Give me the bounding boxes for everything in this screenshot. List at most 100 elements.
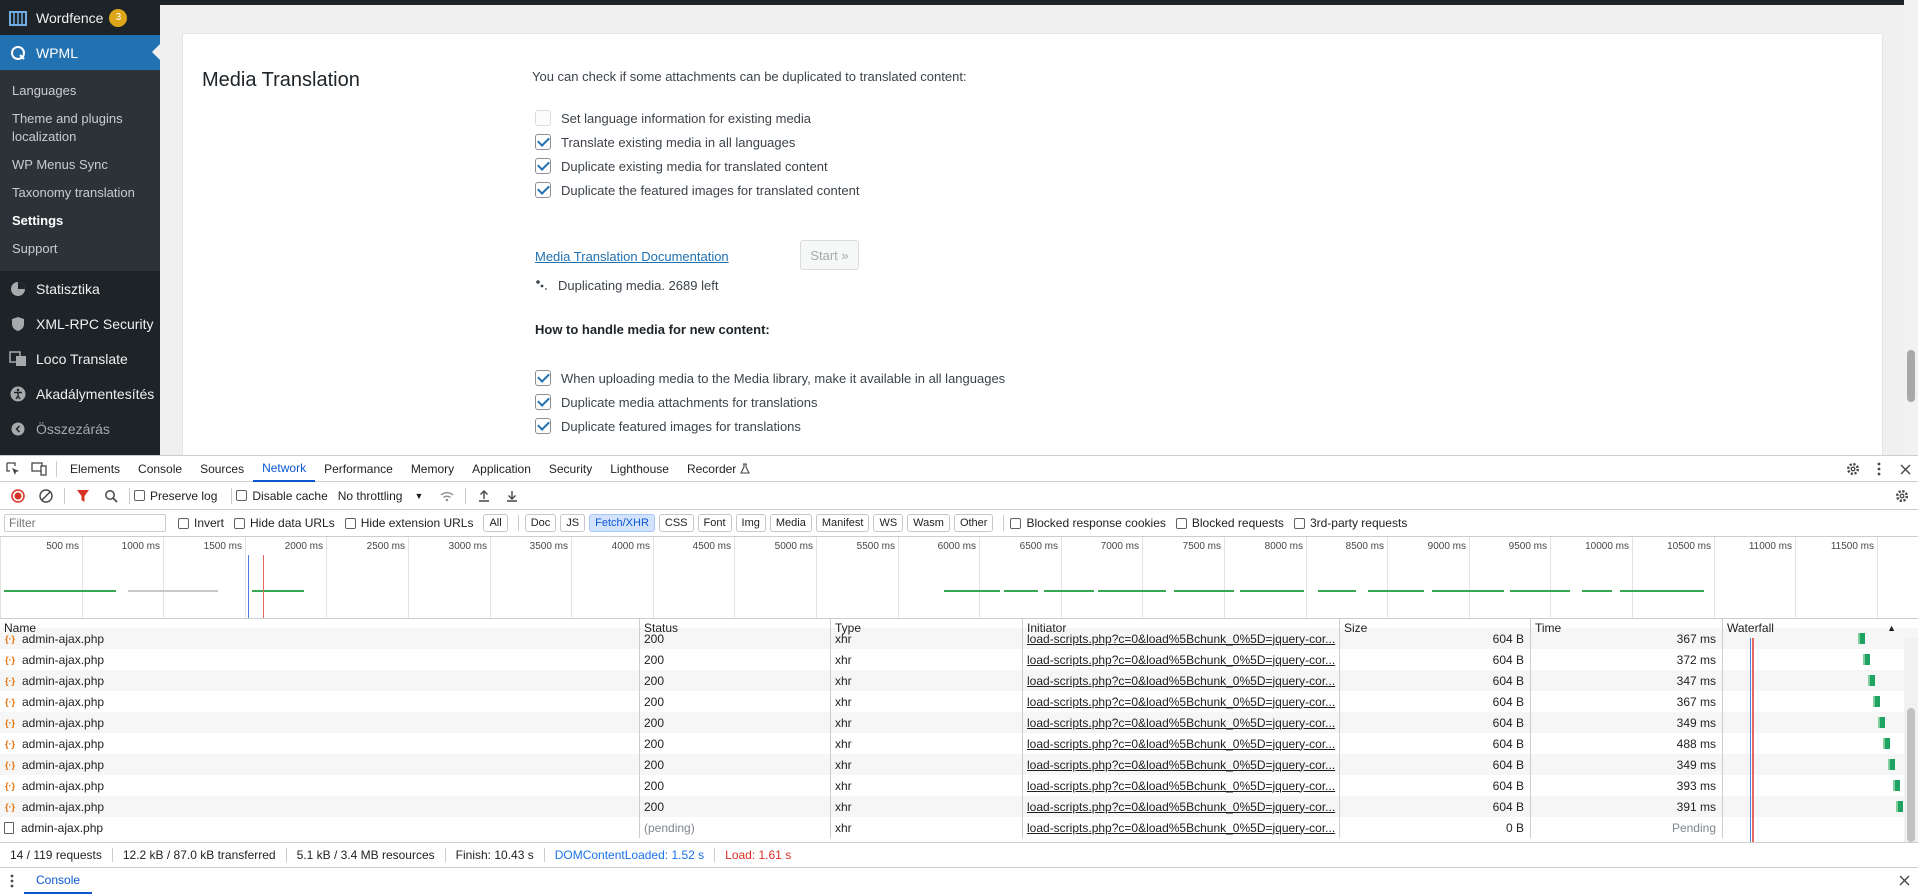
menu-statisztika[interactable]: Statisztika — [0, 271, 160, 306]
invert-checkbox[interactable]: Invert — [178, 516, 224, 530]
tab-security[interactable]: Security — [540, 456, 601, 482]
documentation-link[interactable]: Media Translation Documentation — [535, 249, 729, 264]
checkbox[interactable] — [535, 158, 551, 174]
settings-gear-icon[interactable] — [1840, 456, 1866, 482]
network-settings-icon[interactable] — [1888, 482, 1916, 510]
cell-initiator-link[interactable]: load-scripts.php?c=0&load%5Bchunk_0%5D=j… — [1023, 775, 1340, 796]
drawer-menu-icon[interactable] — [10, 874, 14, 891]
clear-icon[interactable] — [32, 482, 60, 510]
checkbox[interactable] — [535, 134, 551, 150]
submenu-settings[interactable]: Settings — [0, 207, 160, 235]
table-scrollbar[interactable] — [1904, 638, 1918, 842]
submenu-menus-sync[interactable]: WP Menus Sync — [0, 151, 160, 179]
table-row[interactable]: {·} admin-ajax.php 200 xhr load-scripts.php?… — [0, 691, 1918, 712]
blocked-requests-checkbox[interactable]: Blocked requests — [1175, 516, 1284, 530]
type-filter-font[interactable]: Font — [697, 514, 732, 532]
submenu-languages[interactable]: Languages — [0, 77, 160, 105]
tab-sources[interactable]: Sources — [191, 456, 253, 482]
tab-elements[interactable]: Elements — [61, 456, 129, 482]
cell-initiator-link[interactable]: load-scripts.php?c=0&load%5Bchunk_0%5D=j… — [1023, 754, 1340, 775]
network-overview-timeline[interactable]: 500 ms 1000 ms 1500 ms 2000 ms 2500 ms 3000 m… — [0, 537, 1918, 619]
option-duplicate-featured[interactable]: Duplicate the featured images for transl… — [535, 182, 859, 198]
table-row[interactable]: admin-ajax.php (pending) xhr load-scripts.p… — [0, 817, 1918, 838]
tab-console[interactable]: Console — [129, 456, 191, 482]
menu-xmlrpc[interactable]: XML-RPC Security — [0, 306, 160, 341]
option-translate-existing[interactable]: Translate existing media in all language… — [535, 134, 795, 150]
table-row[interactable]: {·} admin-ajax.php 200 xhr load-scripts.php?… — [0, 754, 1918, 775]
cell-initiator-link[interactable]: load-scripts.php?c=0&load%5Bchunk_0%5D=j… — [1023, 670, 1340, 691]
checkbox[interactable] — [236, 490, 248, 501]
column-name[interactable]: Name — [0, 619, 640, 637]
checkbox[interactable] — [1293, 517, 1305, 529]
table-row[interactable]: {·} admin-ajax.php 200 xhr load-scripts.php?… — [0, 733, 1918, 754]
network-conditions-icon[interactable] — [433, 482, 461, 510]
tab-recorder[interactable]: Recorder — [678, 456, 759, 482]
device-toolbar-icon[interactable] — [26, 456, 52, 482]
filter-funnel-icon[interactable] — [69, 482, 97, 510]
menu-wpml[interactable]: WPML — [0, 35, 160, 70]
table-row[interactable]: {·} admin-ajax.php 200 xhr load-scripts.php?… — [0, 775, 1918, 796]
column-type[interactable]: Type — [831, 619, 1023, 637]
record-stop-icon[interactable] — [4, 482, 32, 510]
type-filter-all[interactable]: All — [483, 514, 508, 532]
tab-lighthouse[interactable]: Lighthouse — [601, 456, 678, 482]
blocked-cookies-checkbox[interactable]: Blocked response cookies — [1010, 516, 1166, 530]
type-filter-doc[interactable]: Doc — [524, 514, 557, 532]
option-duplicate-existing[interactable]: Duplicate existing media for translated … — [535, 158, 828, 174]
third-party-checkbox[interactable]: 3rd-party requests — [1293, 516, 1407, 530]
cell-initiator-link[interactable]: load-scripts.php?c=0&load%5Bchunk_0%5D=j… — [1023, 649, 1340, 670]
cell-initiator-link[interactable]: load-scripts.php?c=0&load%5Bchunk_0%5D=j… — [1023, 796, 1340, 817]
checkbox[interactable] — [234, 517, 246, 529]
tab-application[interactable]: Application — [463, 456, 540, 482]
type-filter-img[interactable]: Img — [735, 514, 766, 532]
tab-performance[interactable]: Performance — [315, 456, 402, 482]
table-row[interactable]: {·} admin-ajax.php 200 xhr load-scripts.php?… — [0, 649, 1918, 670]
start-button[interactable]: Start » — [800, 240, 859, 270]
submenu-taxonomy[interactable]: Taxonomy translation — [0, 179, 160, 207]
checkbox[interactable] — [535, 182, 551, 198]
checkbox[interactable] — [535, 370, 551, 386]
type-filter-wasm[interactable]: Wasm — [907, 514, 950, 532]
submenu-support[interactable]: Support — [0, 235, 160, 263]
checkbox[interactable] — [134, 490, 145, 501]
option-duplicate-attachments[interactable]: Duplicate media attachments for translat… — [535, 394, 818, 410]
tab-memory[interactable]: Memory — [402, 456, 463, 482]
checkbox[interactable] — [535, 394, 551, 410]
option-duplicate-featured-new[interactable]: Duplicate featured images for translatio… — [535, 418, 801, 434]
inspect-element-icon[interactable] — [0, 456, 26, 482]
hide-data-urls-checkbox[interactable]: Hide data URLs — [234, 516, 335, 530]
checkbox[interactable] — [1010, 517, 1022, 529]
close-devtools-icon[interactable] — [1892, 456, 1918, 482]
hide-extension-urls-checkbox[interactable]: Hide extension URLs — [344, 516, 473, 530]
column-size[interactable]: Size — [1340, 619, 1531, 637]
table-row[interactable]: {·} admin-ajax.php 200 xhr load-scripts.php?… — [0, 712, 1918, 733]
table-row[interactable]: {·} admin-ajax.php 200 xhr load-scripts.php?… — [0, 670, 1918, 691]
cell-initiator-link[interactable]: load-scripts.php?c=0&load%5Bchunk_0%5D=j… — [1023, 691, 1340, 712]
checkbox[interactable] — [178, 517, 189, 529]
type-filter-manifest[interactable]: Manifest — [815, 514, 870, 532]
more-options-icon[interactable] — [1866, 456, 1892, 482]
checkbox[interactable] — [344, 517, 356, 529]
throttling-select[interactable]: No throttling ▼ — [338, 489, 424, 503]
search-icon[interactable] — [97, 482, 125, 510]
menu-loco[interactable]: Loco Translate — [0, 341, 160, 376]
import-har-icon[interactable] — [470, 482, 498, 510]
column-time[interactable]: Time — [1531, 619, 1723, 637]
type-filter-media[interactable]: Media — [769, 514, 812, 532]
type-filter-fetch-xhr[interactable]: Fetch/XHR — [589, 514, 655, 532]
column-status[interactable]: Status — [640, 619, 831, 637]
option-upload-all-languages[interactable]: When uploading media to the Media librar… — [535, 370, 1005, 386]
column-initiator[interactable]: Initiator — [1023, 619, 1340, 637]
submenu-theme-plugins[interactable]: Theme and plugins localization — [0, 105, 160, 151]
preserve-log-checkbox[interactable]: Preserve log — [134, 489, 217, 503]
type-filter-js[interactable]: JS — [560, 514, 586, 532]
export-har-icon[interactable] — [498, 482, 526, 510]
menu-wordfence[interactable]: Wordfence 3 — [0, 0, 160, 35]
page-scrollbar[interactable] — [1904, 0, 1918, 455]
checkbox[interactable] — [535, 418, 551, 434]
option-set-language[interactable]: Set language information for existing me… — [535, 110, 811, 126]
checkbox[interactable] — [1175, 517, 1187, 529]
menu-accessibility[interactable]: Akadálymentesítés — [0, 376, 160, 411]
cell-initiator-link[interactable]: load-scripts.php?c=0&load%5Bchunk_0%5D=j… — [1023, 817, 1340, 838]
drawer-tab-console[interactable]: Console — [24, 868, 93, 894]
